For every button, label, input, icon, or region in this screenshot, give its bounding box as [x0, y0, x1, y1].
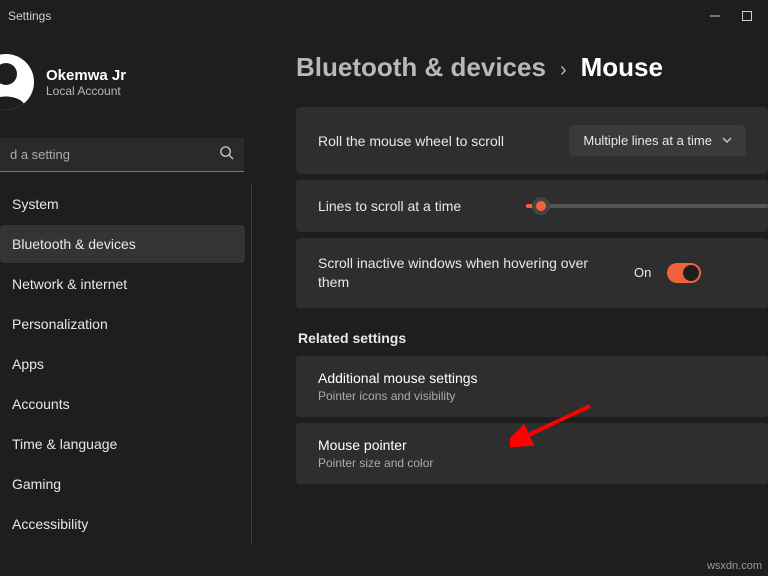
- nav-list: SystemBluetooth & devicesNetwork & inter…: [0, 184, 252, 544]
- setting-scroll-wheel[interactable]: Roll the mouse wheel to scroll Multiple …: [296, 107, 768, 174]
- window-controls: [708, 9, 760, 23]
- sidebar-item-accounts[interactable]: Accounts: [0, 385, 245, 423]
- sidebar-item-apps[interactable]: Apps: [0, 345, 245, 383]
- setting-lines-to-scroll: Lines to scroll at a time: [296, 180, 768, 232]
- chevron-right-icon: ›: [560, 59, 567, 82]
- related-heading: Related settings: [298, 330, 768, 346]
- sidebar: Okemwa Jr Local Account SystemBluetooth …: [0, 32, 258, 576]
- link-subtitle: Pointer icons and visibility: [318, 389, 746, 403]
- chevron-down-icon: [722, 133, 732, 148]
- setting-label: Roll the mouse wheel to scroll: [318, 133, 569, 149]
- inactive-scroll-toggle[interactable]: [667, 263, 701, 283]
- profile-name: Okemwa Jr: [46, 67, 126, 84]
- setting-label: Lines to scroll at a time: [318, 198, 508, 214]
- profile-block[interactable]: Okemwa Jr Local Account: [0, 32, 258, 134]
- content-area: Bluetooth & devices › Mouse Roll the mou…: [258, 32, 768, 576]
- sidebar-item-network-internet[interactable]: Network & internet: [0, 265, 245, 303]
- sidebar-item-time-language[interactable]: Time & language: [0, 425, 245, 463]
- scroll-wheel-dropdown[interactable]: Multiple lines at a time: [569, 125, 746, 156]
- link-title: Mouse pointer: [318, 437, 746, 453]
- sidebar-item-gaming[interactable]: Gaming: [0, 465, 245, 503]
- link-additional-mouse-settings[interactable]: Additional mouse settings Pointer icons …: [296, 356, 768, 417]
- search-icon: [219, 145, 234, 165]
- search-input[interactable]: [10, 147, 219, 162]
- search-box[interactable]: [0, 138, 244, 172]
- profile-sub: Local Account: [46, 84, 126, 98]
- breadcrumb: Bluetooth & devices › Mouse: [296, 52, 768, 83]
- slider-thumb[interactable]: [532, 197, 550, 215]
- avatar: [0, 54, 34, 110]
- setting-label: Scroll inactive windows when hovering ov…: [318, 254, 618, 292]
- link-mouse-pointer[interactable]: Mouse pointer Pointer size and color: [296, 423, 768, 484]
- sidebar-item-accessibility[interactable]: Accessibility: [0, 505, 245, 543]
- lines-slider[interactable]: [526, 204, 768, 208]
- titlebar: Settings: [0, 0, 768, 32]
- toggle-state-text: On: [634, 265, 651, 280]
- sidebar-item-bluetooth-devices[interactable]: Bluetooth & devices: [0, 225, 245, 263]
- watermark: wsxdn.com: [707, 560, 762, 572]
- sidebar-item-system[interactable]: System: [0, 185, 245, 223]
- maximize-button[interactable]: [740, 9, 754, 23]
- dropdown-value: Multiple lines at a time: [583, 133, 712, 148]
- breadcrumb-parent[interactable]: Bluetooth & devices: [296, 52, 546, 83]
- minimize-button[interactable]: [708, 9, 722, 23]
- link-title: Additional mouse settings: [318, 370, 746, 386]
- breadcrumb-current: Mouse: [581, 52, 663, 83]
- setting-scroll-inactive: Scroll inactive windows when hovering ov…: [296, 238, 768, 308]
- sidebar-item-personalization[interactable]: Personalization: [0, 305, 245, 343]
- window-title: Settings: [8, 9, 708, 23]
- link-subtitle: Pointer size and color: [318, 456, 746, 470]
